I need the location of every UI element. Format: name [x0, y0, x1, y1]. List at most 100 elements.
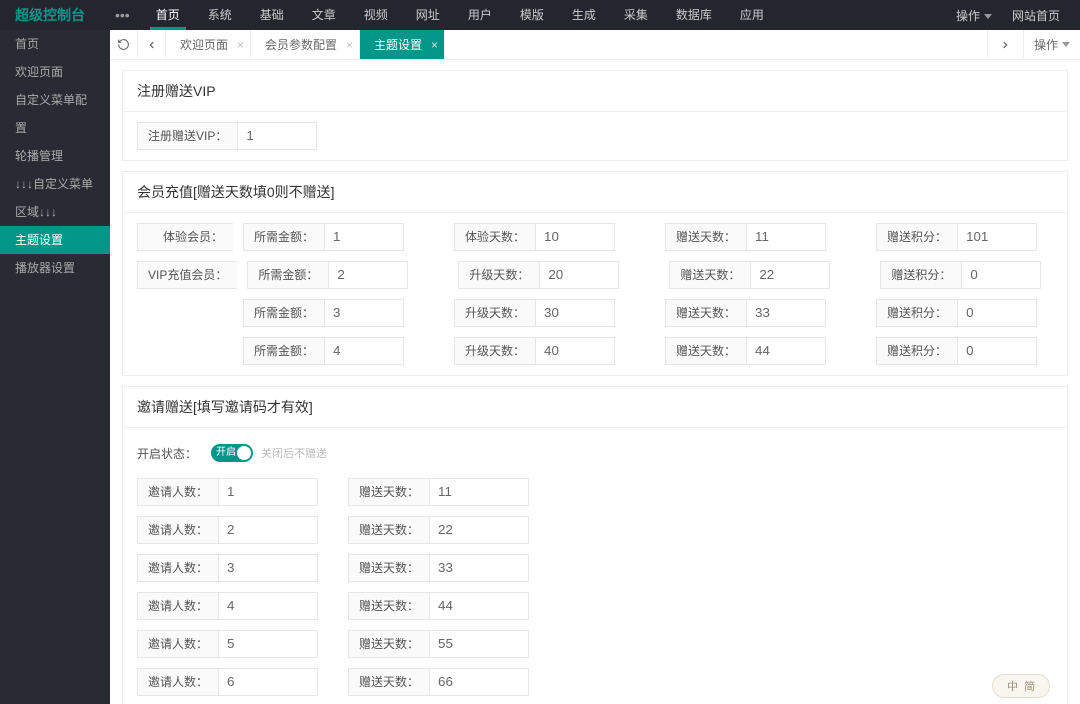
invite-count-input[interactable] — [218, 630, 318, 658]
sidebar-item-1[interactable]: 欢迎页面 — [0, 58, 110, 86]
gift-days-label: 赠送天数： — [669, 261, 750, 289]
invite-gift-input[interactable] — [429, 478, 529, 506]
tab-1[interactable]: 会员参数配置× — [251, 30, 360, 59]
invite-gift-input[interactable] — [429, 668, 529, 696]
gift-pts-input[interactable] — [957, 299, 1037, 327]
tab-close-icon[interactable]: × — [346, 30, 353, 60]
days-label: 升级天数： — [454, 337, 535, 365]
gift-pts-label: 赠送积分： — [876, 337, 957, 365]
gift-days-input[interactable] — [746, 337, 826, 365]
need-amount-label: 所需金额： — [243, 223, 324, 251]
gift-pts-label: 赠送积分： — [880, 261, 961, 289]
register-vip-label: 注册赠送VIP： — [137, 122, 237, 150]
topnav-数据库[interactable]: 数据库 — [662, 0, 726, 30]
invite-gift-input[interactable] — [429, 516, 529, 544]
gift-pts-label: 赠送积分： — [876, 299, 957, 327]
topnav-应用[interactable]: 应用 — [726, 0, 778, 30]
section-invite-title: 邀请赠送[填写邀请码才有效] — [123, 387, 1067, 428]
need-amount-label: 所需金额： — [243, 337, 324, 365]
topnav-采集[interactable]: 采集 — [610, 0, 662, 30]
days-label: 体验天数： — [454, 223, 535, 251]
sidebar-item-5[interactable]: 主题设置 — [0, 226, 110, 254]
sidebar-item-2[interactable]: 自定义菜单配置 — [0, 86, 110, 142]
invite-count-label: 邀请人数： — [137, 668, 218, 696]
topnav-网址[interactable]: 网址 — [402, 0, 454, 30]
invite-gift-label: 赠送天数： — [348, 554, 429, 582]
invite-count-input[interactable] — [218, 516, 318, 544]
invite-gift-label: 赠送天数： — [348, 668, 429, 696]
invite-count-label: 邀请人数： — [137, 478, 218, 506]
invite-count-label: 邀请人数： — [137, 516, 218, 544]
sidebar-item-6[interactable]: 播放器设置 — [0, 254, 110, 282]
invite-count-label: 邀请人数： — [137, 630, 218, 658]
section-register-vip-title: 注册赠送VIP — [123, 71, 1067, 112]
invite-gift-input[interactable] — [429, 630, 529, 658]
invite-count-input[interactable] — [218, 554, 318, 582]
gift-pts-input[interactable] — [961, 261, 1041, 289]
invite-gift-label: 赠送天数： — [348, 630, 429, 658]
invite-count-input[interactable] — [218, 478, 318, 506]
tab-next-button[interactable] — [987, 30, 1023, 59]
invite-count-label: 邀请人数： — [137, 554, 218, 582]
topnav-模版[interactable]: 模版 — [506, 0, 558, 30]
days-input[interactable] — [535, 337, 615, 365]
gift-pts-label: 赠送积分： — [876, 223, 957, 251]
top-action-menu[interactable]: 操作 — [946, 7, 1002, 24]
need-amount-input[interactable] — [324, 337, 404, 365]
invite-gift-input[interactable] — [429, 554, 529, 582]
topnav-用户[interactable]: 用户 — [454, 0, 506, 30]
topnav-生成[interactable]: 生成 — [558, 0, 610, 30]
section-recharge-title: 会员充值[赠送天数填0则不赠送] — [123, 172, 1067, 213]
gift-days-label: 赠送天数： — [665, 223, 746, 251]
tab-action-menu[interactable]: 操作 — [1023, 30, 1080, 59]
topnav-视频[interactable]: 视频 — [350, 0, 402, 30]
tab-close-icon[interactable]: × — [237, 30, 244, 60]
sidebar-item-4[interactable]: ↓↓↓自定义菜单区域↓↓↓ — [0, 170, 110, 226]
invite-status-label: 开启状态： — [137, 445, 197, 462]
need-amount-input[interactable] — [324, 223, 404, 251]
invite-gift-label: 赠送天数： — [348, 592, 429, 620]
invite-gift-label: 赠送天数： — [348, 478, 429, 506]
days-input[interactable] — [535, 299, 615, 327]
invite-gift-label: 赠送天数： — [348, 516, 429, 544]
gift-days-input[interactable] — [750, 261, 830, 289]
more-icon[interactable]: ••• — [103, 7, 142, 23]
gift-days-input[interactable] — [746, 299, 826, 327]
invite-switch-hint: 关闭后不赠送 — [261, 445, 327, 461]
topnav-文章[interactable]: 文章 — [298, 0, 350, 30]
member-cat-label: VIP充值会员： — [137, 261, 237, 289]
tab-close-icon[interactable]: × — [431, 30, 438, 60]
topnav-首页[interactable]: 首页 — [142, 0, 194, 30]
need-amount-input[interactable] — [328, 261, 408, 289]
need-amount-label: 所需金额： — [247, 261, 328, 289]
days-label: 升级天数： — [458, 261, 539, 289]
tab-0[interactable]: 欢迎页面× — [166, 30, 251, 59]
sidebar-item-0[interactable]: 首页 — [0, 30, 110, 58]
days-input[interactable] — [535, 223, 615, 251]
gift-days-label: 赠送天数： — [665, 299, 746, 327]
brand-title: 超级控制台 — [0, 5, 103, 25]
need-amount-label: 所需金额： — [243, 299, 324, 327]
gift-days-input[interactable] — [746, 223, 826, 251]
gift-pts-input[interactable] — [957, 223, 1037, 251]
top-site-home[interactable]: 网站首页 — [1002, 7, 1070, 24]
need-amount-input[interactable] — [324, 299, 404, 327]
gift-days-label: 赠送天数： — [665, 337, 746, 365]
invite-gift-input[interactable] — [429, 592, 529, 620]
ime-indicator: 中简 — [992, 674, 1050, 698]
topnav-基础[interactable]: 基础 — [246, 0, 298, 30]
member-cat-label: 体验会员： — [137, 223, 233, 251]
tab-2[interactable]: 主题设置× — [360, 30, 445, 59]
invite-count-label: 邀请人数： — [137, 592, 218, 620]
invite-count-input[interactable] — [218, 592, 318, 620]
tab-refresh-button[interactable] — [110, 30, 138, 59]
register-vip-input[interactable] — [237, 122, 317, 150]
days-input[interactable] — [539, 261, 619, 289]
tab-prev-button[interactable] — [138, 30, 166, 59]
sidebar-item-3[interactable]: 轮播管理 — [0, 142, 110, 170]
topnav-系统[interactable]: 系统 — [194, 0, 246, 30]
days-label: 升级天数： — [454, 299, 535, 327]
invite-count-input[interactable] — [218, 668, 318, 696]
invite-status-switch[interactable]: 开启 — [211, 444, 253, 462]
gift-pts-input[interactable] — [957, 337, 1037, 365]
